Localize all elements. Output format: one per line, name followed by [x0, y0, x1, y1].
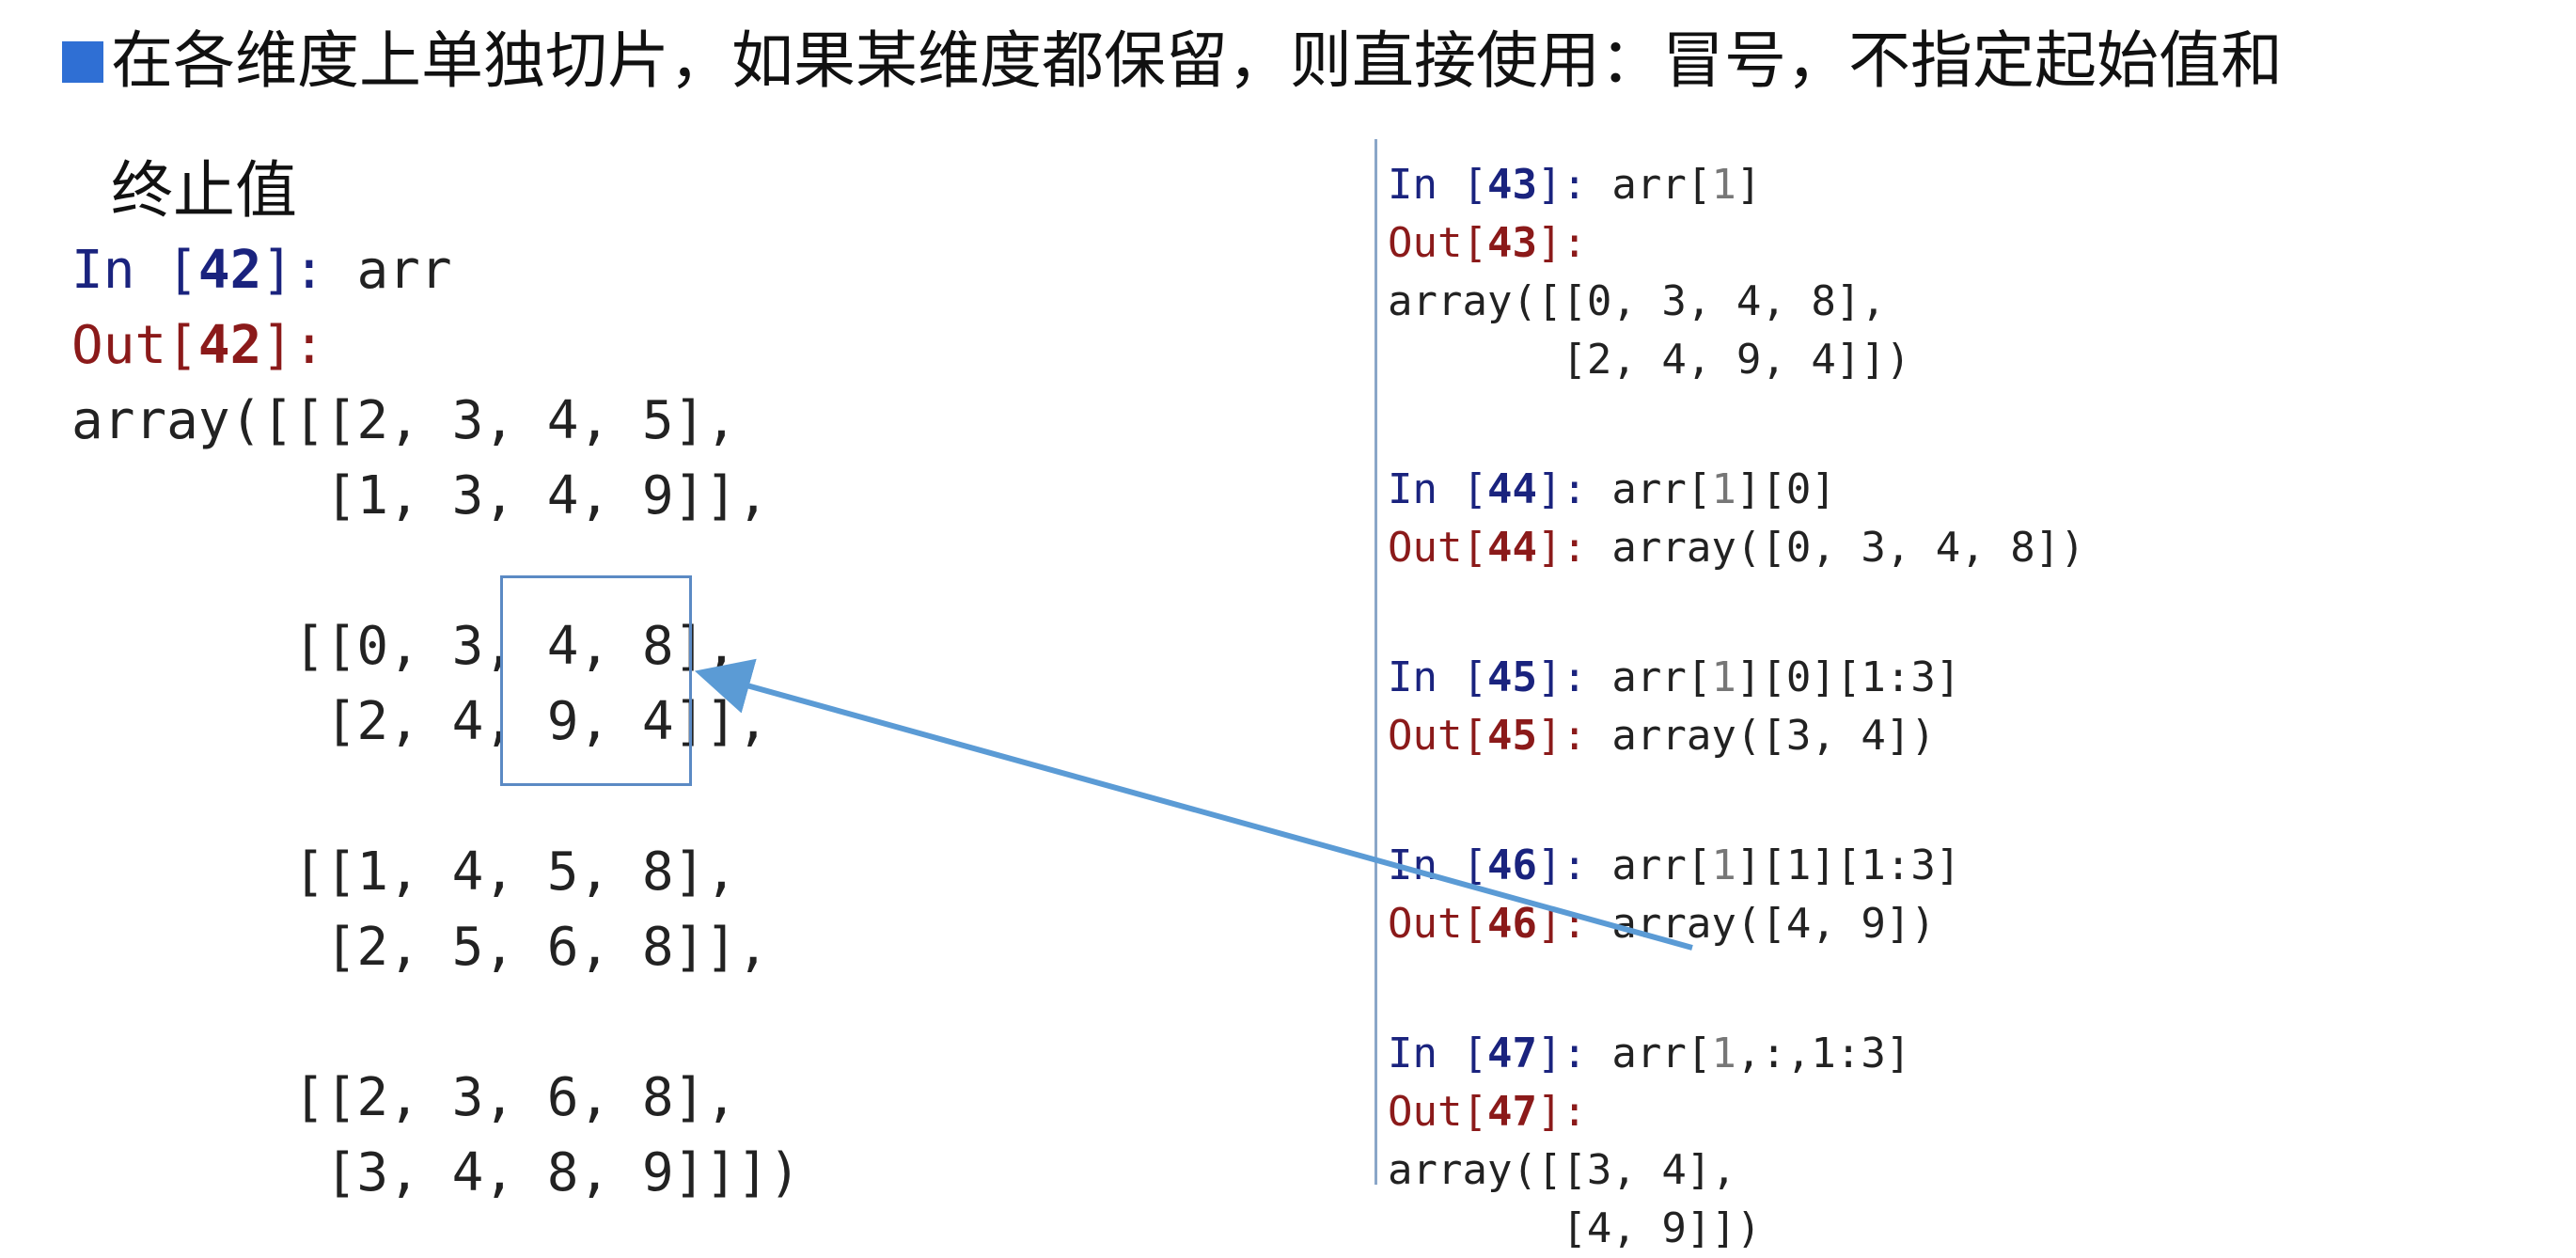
pointer-arrow-icon [694, 658, 1693, 951]
result-line: [4, 9]]) [1388, 1204, 1762, 1252]
slide: 在各维度上单独切片，如果某维度都保留，则直接使用：冒号，不指定起始值和 终止值 … [0, 0, 2576, 1252]
